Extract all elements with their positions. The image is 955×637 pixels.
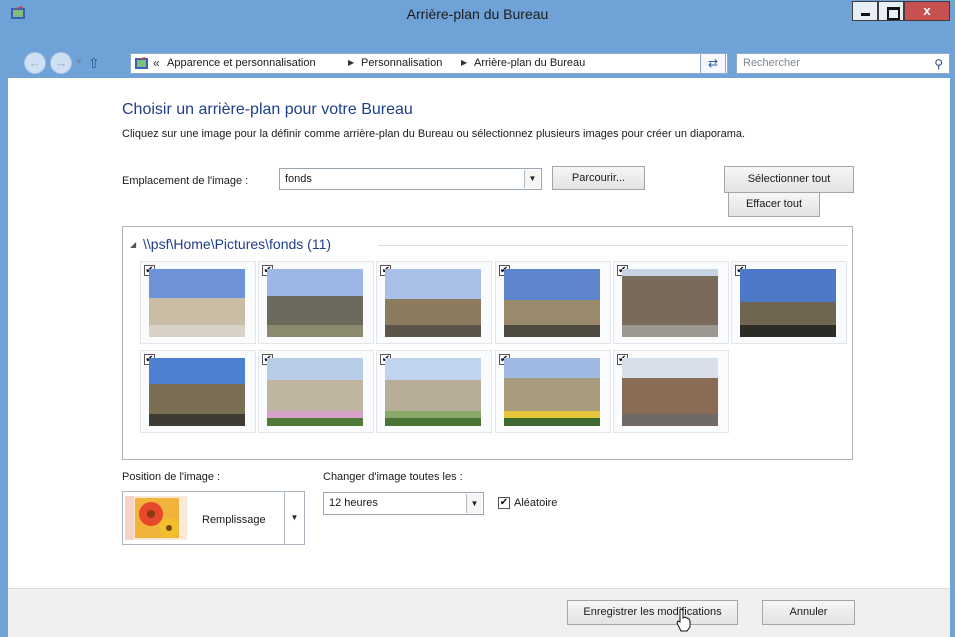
search-placeholder: Rechercher (743, 57, 800, 69)
address-bar[interactable]: « Apparence et personnalisation ▶ Person… (130, 53, 728, 74)
shuffle-checkbox[interactable]: ✔ (498, 497, 510, 509)
refresh-button[interactable]: ⇄ (700, 53, 726, 74)
window-left-border (0, 0, 8, 637)
location-value: fonds (285, 173, 312, 185)
control-panel-icon (135, 57, 148, 69)
window: Arrière-plan du Bureau x ← → ▼ ⇧ « Appar… (0, 0, 955, 637)
thumbnail-image (385, 358, 482, 426)
back-arrow-icon: ← (28, 55, 42, 70)
browse-button[interactable]: Parcourir... (552, 166, 645, 190)
thumbnail-parlement-front[interactable]: ✔ (494, 261, 611, 344)
thumbnail-cathedral-square[interactable]: ✔ (258, 261, 375, 344)
thumbnail-image (621, 358, 718, 426)
thumbnail-image (149, 269, 245, 337)
thumbnail-image (385, 269, 482, 337)
search-input[interactable]: Rechercher ⚲ (736, 53, 950, 74)
window-right-border (950, 0, 955, 637)
page-title: Choisir un arrière-plan pour votre Burea… (122, 101, 413, 118)
clear-all-button[interactable]: Effacer tout (728, 192, 820, 217)
save-changes-button[interactable]: Enregistrer les modifications (567, 600, 738, 625)
thumbnail-street[interactable]: ✔ (612, 261, 729, 344)
close-icon: x (923, 3, 931, 18)
location-label: Emplacement de l'image : (122, 175, 249, 187)
chevron-down-icon[interactable]: ▼ (284, 492, 304, 544)
collapse-group-icon[interactable]: ◢ (130, 240, 136, 249)
maximize-button[interactable] (878, 1, 904, 21)
recent-pages-dropdown-icon[interactable]: ▼ (75, 57, 83, 66)
forward-button[interactable]: → (50, 52, 72, 74)
minimize-button[interactable] (852, 1, 878, 21)
shuffle-label[interactable]: Aléatoire (514, 497, 557, 509)
thumbnail-thabor-garden[interactable]: ✔ (258, 350, 375, 433)
back-button[interactable]: ← (24, 52, 46, 74)
window-title: Arrière-plan du Bureau (406, 6, 549, 22)
breadcrumb-item-personalization[interactable]: Personnalisation (361, 57, 442, 69)
forward-arrow-icon: → (54, 55, 68, 70)
thumbnail-image (267, 269, 364, 337)
mouse-cursor-icon (676, 608, 691, 632)
gallery-group-title[interactable]: \\psf\Home\Pictures\fonds (11) (143, 236, 331, 252)
interval-label: Changer d'image toutes les : (323, 471, 463, 483)
thumbnail-image (267, 358, 364, 426)
breadcrumb-separator-icon[interactable]: ▶ (348, 58, 354, 67)
position-select[interactable]: Remplissage ▼ (122, 491, 305, 545)
check-icon: ✔ (499, 497, 509, 508)
location-select[interactable]: fonds ▼ (279, 168, 542, 190)
thumbnail-image (503, 269, 600, 337)
group-divider (378, 245, 848, 246)
interval-select[interactable]: 12 heures ▼ (323, 492, 484, 515)
up-arrow-icon[interactable]: ⇧ (88, 55, 100, 72)
interval-value: 12 heures (329, 497, 378, 509)
search-icon[interactable]: ⚲ (934, 57, 943, 71)
breadcrumb-item-appearance[interactable]: Apparence et personnalisation (167, 57, 316, 69)
flower-preview-icon (125, 496, 187, 540)
title-bar: Arrière-plan du Bureau x (0, 0, 955, 28)
position-label: Position de l'image : (122, 471, 221, 483)
thumbnail-parlement[interactable]: ✔ (376, 261, 493, 344)
close-button[interactable]: x (904, 1, 950, 21)
refresh-icon: ⇄ (707, 56, 719, 70)
thumbnail-palace-flowers[interactable]: ✔ (494, 350, 611, 433)
thumbnail-image (149, 358, 245, 426)
thumbnail-square-building[interactable]: ✔ (140, 350, 256, 433)
position-value: Remplissage (202, 514, 266, 526)
chevron-down-icon[interactable]: ▼ (466, 494, 482, 513)
breadcrumb-overflow-icon[interactable]: « (153, 56, 160, 70)
page-description: Cliquez sur une image pour la définir co… (122, 128, 746, 140)
thumbnail-timber-houses[interactable]: ✔ (612, 350, 729, 433)
chevron-down-icon[interactable]: ▼ (524, 170, 540, 188)
thumbnail-image (740, 269, 836, 337)
select-all-button[interactable]: Sélectionner tout (724, 166, 854, 193)
thumbnail-image (503, 358, 600, 426)
breadcrumb-item-desktop-background[interactable]: Arrière-plan du Bureau (474, 57, 585, 69)
thumbnail-parlement-dark[interactable]: ✔ (731, 261, 847, 344)
thumbnail-image (621, 269, 718, 337)
breadcrumb-separator-icon[interactable]: ▶ (461, 58, 467, 67)
cancel-button[interactable]: Annuler (762, 600, 855, 625)
thumbnail-thabor-garden-2[interactable]: ✔ (376, 350, 493, 433)
thumbnail-hotel-de-ville[interactable]: ✔ (140, 261, 256, 344)
